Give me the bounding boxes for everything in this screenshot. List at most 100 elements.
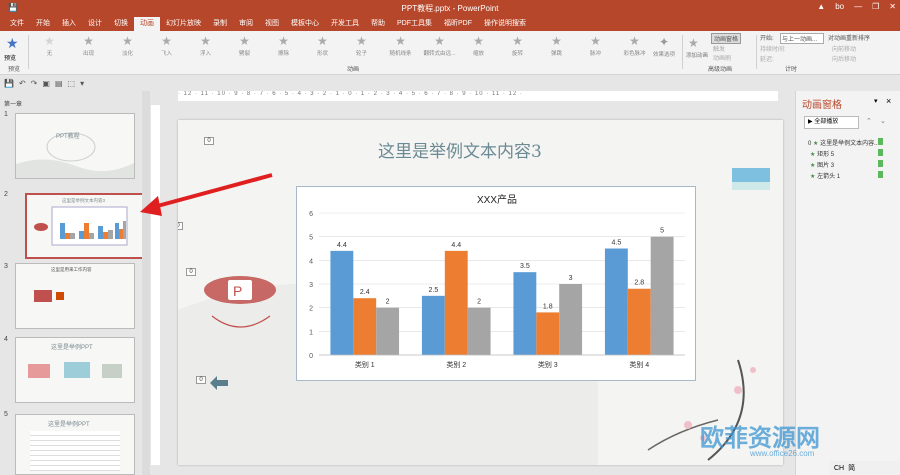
- menu-tab[interactable]: 审阅: [233, 17, 259, 31]
- animation-item[interactable]: ★ 图片 3: [810, 160, 834, 169]
- menu-tab[interactable]: 动画: [134, 17, 160, 31]
- svg-text:P: P: [233, 283, 242, 299]
- move-earlier-button[interactable]: 向前移动: [832, 44, 856, 53]
- menu-tab[interactable]: 幻灯片放映: [160, 17, 207, 31]
- bar: [330, 250, 354, 355]
- slide-thumbnail-3[interactable]: 这里是用来工作内容: [15, 263, 135, 329]
- preview-star-icon[interactable]: ★: [6, 35, 19, 52]
- ppt-logo-image[interactable]: P: [204, 268, 284, 338]
- animation-pane-button[interactable]: 动画窗格: [711, 33, 742, 44]
- y-tick-label: 1: [309, 329, 313, 336]
- x-tick-label: 类别 1: [355, 360, 375, 369]
- move-down-icon[interactable]: ⌄: [880, 117, 886, 125]
- redo-icon[interactable]: ↷: [31, 79, 38, 88]
- menu-tab[interactable]: 录制: [207, 17, 233, 31]
- y-tick-label: 2: [309, 306, 313, 313]
- add-animation-icon[interactable]: ★: [688, 36, 699, 50]
- menu-tab[interactable]: PDF工具集: [391, 17, 438, 31]
- effect-options[interactable]: ✦ 效果选项: [653, 33, 679, 73]
- menu-tab[interactable]: 模板中心: [285, 17, 325, 31]
- bar: [627, 288, 651, 355]
- restore-button[interactable]: ❐: [872, 2, 879, 11]
- menu-tab[interactable]: 帮助: [365, 17, 391, 31]
- slide-thumbnail-4[interactable]: 这里是举例PPT: [15, 337, 135, 403]
- animation-item[interactable]: 0 ★ 这里是举例文本内容...: [808, 138, 879, 147]
- thumb-image-1: [28, 364, 50, 378]
- save-icon[interactable]: 💾: [4, 79, 14, 88]
- slide-number: 5: [4, 411, 8, 418]
- bar-chart: XXX产品 0 1 2 3 4 5 6 4.4 2.4 2 类别 1 2.5 4.4 2 类别 2 3.5 1.8…: [309, 193, 685, 369]
- thumb-image-2: [64, 362, 90, 378]
- menu-tab[interactable]: 插入: [56, 17, 82, 31]
- warning-icon[interactable]: ▲: [817, 2, 825, 11]
- data-label: 5: [660, 228, 664, 235]
- slide-number: 2: [4, 191, 8, 198]
- undo-icon[interactable]: ↶: [19, 79, 26, 88]
- move-up-icon[interactable]: ⌃: [866, 117, 872, 125]
- user-name[interactable]: bo: [835, 2, 844, 11]
- watermark-site: www.office26.com: [750, 449, 815, 458]
- slide-3-title: 这里是用来工作内容: [51, 267, 92, 272]
- bar: [353, 298, 377, 355]
- window-title: PPT教程.pptx - PowerPoint: [401, 4, 499, 13]
- slide-4-title: 这里是举例PPT: [51, 345, 93, 351]
- x-tick-label: 类别 4: [629, 360, 649, 369]
- left-arrow-shape[interactable]: [210, 376, 230, 390]
- minimize-button[interactable]: —: [854, 2, 862, 11]
- menu-tab[interactable]: 福昕PDF: [438, 17, 478, 31]
- animation-tag: 0: [186, 268, 196, 276]
- animation-order: 0: [808, 141, 812, 147]
- timeline-bar: [878, 171, 883, 178]
- x-tick-label: 类别 3: [538, 360, 558, 369]
- animation-item-label: 这里是举例文本内容...: [820, 141, 880, 147]
- animation-painter-button[interactable]: 动画刷: [713, 53, 731, 62]
- close-button[interactable]: ✕: [889, 2, 896, 11]
- view-icon[interactable]: ▤: [55, 79, 63, 88]
- start-select[interactable]: 与上一动画...: [780, 33, 824, 44]
- add-animation-button[interactable]: 添加动画: [686, 51, 708, 59]
- star-icon: ★: [810, 163, 816, 169]
- reorder-group: 对动画重新排序 向前移动 向后移动: [826, 33, 898, 73]
- thumbnail-scrollbar[interactable]: [142, 91, 150, 475]
- menu-tab[interactable]: 操作说明搜索: [478, 17, 532, 31]
- data-label: 2.5: [429, 287, 439, 294]
- delay-label: 延迟:: [760, 57, 774, 63]
- y-tick-label: 0: [309, 353, 313, 360]
- ribbon: ★ 预览 预览 ★ 无 ★ 出现 ★ 淡化 ★ 飞入 ★ 浮入 ★ 劈裂 ★ 擦除 ★ 形状 ★ 轮子 ★ 随机线条 ★…: [0, 31, 900, 75]
- move-later-button[interactable]: 向后移动: [832, 54, 856, 63]
- bar: [650, 236, 674, 355]
- section-name[interactable]: 第一章: [4, 99, 22, 108]
- slide-thumbnail-5[interactable]: 这里是举例PPT: [15, 414, 135, 475]
- preview-group: ★ 预览 预览: [2, 33, 26, 73]
- preview-button[interactable]: 预览: [4, 53, 16, 62]
- animation-item[interactable]: ★ 矩形 5: [810, 149, 834, 158]
- pane-menu-icon[interactable]: ▾: [874, 97, 878, 105]
- slide-title[interactable]: 这里是举例文本内容3: [378, 137, 542, 162]
- more-icon[interactable]: ▾: [80, 79, 84, 88]
- menu-tab[interactable]: 设计: [82, 17, 108, 31]
- shape-icon[interactable]: ⬚: [68, 79, 76, 88]
- slide-thumbnail-1[interactable]: PPT教程: [15, 113, 135, 179]
- menu-tab[interactable]: 视图: [259, 17, 285, 31]
- play-all-button[interactable]: ▶ 全部播放: [804, 116, 859, 129]
- data-label: 4.4: [451, 242, 461, 249]
- animation-item[interactable]: ★ 左箭头 1: [810, 171, 840, 180]
- input-language[interactable]: CH: [834, 465, 844, 472]
- slide-number: 3: [4, 263, 8, 270]
- close-pane-icon[interactable]: ×: [886, 96, 891, 106]
- menu-tab[interactable]: 开始: [30, 17, 56, 31]
- data-label: 1.8: [543, 303, 553, 310]
- menu-tab[interactable]: 开发工具: [325, 17, 365, 31]
- quick-access-bar: 💾 ↶ ↷ ▣ ▤ ⬚ ▾: [0, 76, 150, 90]
- slide-thumbnail-2[interactable]: 这里是举例文本内容3: [25, 193, 145, 259]
- menu-bar: 文件 开始 插入 设计 切换 动画 幻灯片放映 录制 审阅 视图 模板中心 开发工具 帮助 PDF工具集福…: [0, 17, 900, 31]
- menu-tab[interactable]: 文件: [4, 17, 30, 31]
- slide-2-title: 这里是举例文本内容3: [62, 198, 106, 203]
- ime-mode[interactable]: 简: [848, 463, 855, 473]
- slideshow-icon[interactable]: ▣: [42, 79, 50, 88]
- y-tick-label: 5: [309, 235, 313, 242]
- chart-container[interactable]: XXX产品 0 1 2 3 4 5 6 4.4 2.4 2 类别 1 2.5 4.4 2 类别 2 3.5 1.8…: [296, 186, 696, 381]
- trigger-button[interactable]: 触发: [713, 44, 725, 53]
- watermark: 欧菲资源网 www.office26.com: [700, 418, 820, 458]
- menu-tab[interactable]: 切换: [108, 17, 134, 31]
